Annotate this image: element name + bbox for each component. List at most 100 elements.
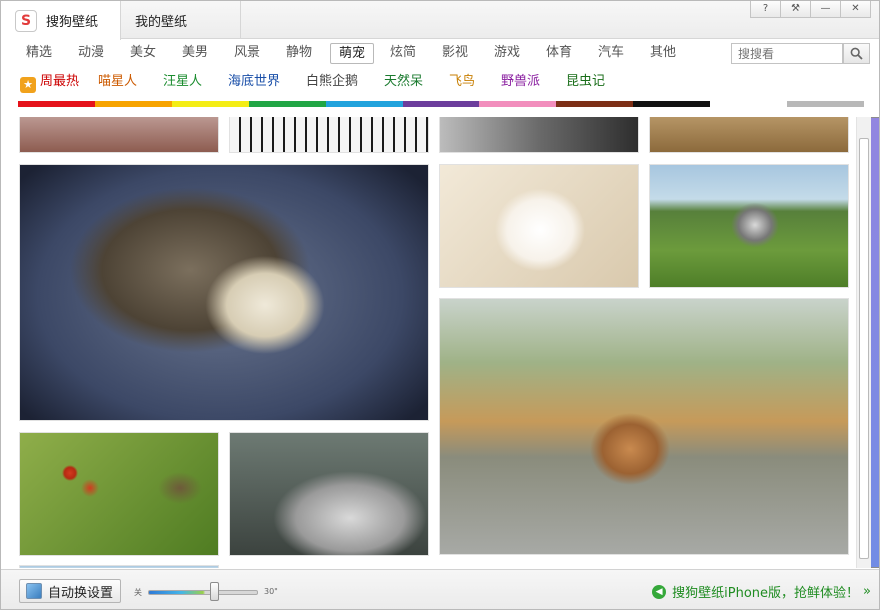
subcategory-dogs[interactable]: 汪星人 [163, 73, 202, 91]
settings-button[interactable]: ⚒ [780, 1, 811, 18]
wallpaper-image [650, 117, 848, 152]
color-filter-red[interactable] [18, 101, 95, 107]
close-button[interactable]: ✕ [840, 1, 871, 18]
subcategory-label: 汪星人 [163, 74, 203, 89]
wrench-icon: ⚒ [791, 3, 800, 14]
subcategory-birds[interactable]: 飞鸟 [449, 73, 475, 91]
nav-item-meinv[interactable]: 美女 [122, 43, 164, 64]
nav-item-yingshi[interactable]: 影视 [434, 43, 476, 64]
subcategory-label: 喵星人 [98, 74, 138, 89]
double-chevron-right-icon: » [863, 584, 871, 599]
subcategory-nav: ★ 周最热 喵星人 汪星人 海底世界 白熊企鹅 天然呆 飞鸟 野兽派 昆虫记 [1, 71, 879, 95]
wallpaper-settings-icon [26, 583, 42, 599]
wallpaper-image [440, 117, 638, 152]
nav-item-fengjing[interactable]: 风景 [226, 43, 268, 64]
wallpaper-image [20, 433, 218, 555]
wallpaper-image [20, 117, 218, 152]
color-filter-cyan[interactable] [325, 101, 403, 107]
subcategory-label: 海底世界 [228, 74, 281, 89]
help-button[interactable]: ? [750, 1, 781, 18]
gallery-scrollbar[interactable] [856, 117, 871, 568]
nav-item-dongman[interactable]: 动漫 [70, 43, 112, 64]
subcategory-insects[interactable]: 昆虫记 [566, 73, 605, 91]
app-window: S 搜狗壁纸 ▣ 我的壁纸 ? ⚒ — ✕ 精选 动漫 美女 美男 风景 静物 … [0, 0, 880, 610]
sogou-logo-icon: S [15, 9, 37, 32]
wallpaper-gallery [1, 117, 856, 568]
wallpaper-thumb-white-puppy[interactable] [439, 164, 639, 288]
color-filter-brown[interactable] [556, 101, 634, 107]
wallpaper-image [650, 165, 848, 287]
color-filter-green[interactable] [248, 101, 326, 107]
color-filter-yellow[interactable] [171, 101, 249, 107]
iphone-promo-link[interactable]: ◀ 搜狗壁纸iPhone版，抢鲜体验！ » [652, 582, 871, 601]
star-icon: ★ [20, 77, 36, 93]
interval-slider-track[interactable] [148, 590, 258, 595]
auto-change-settings-button[interactable]: 自动换设置 [19, 579, 121, 603]
wallpaper-image [230, 117, 428, 152]
help-icon: ? [762, 3, 769, 14]
subcategory-label: 周最热 [40, 74, 80, 89]
window-controls: ? ⚒ — ✕ [750, 1, 871, 18]
speaker-icon: ◀ [652, 584, 667, 599]
auto-change-label: 自动换设置 [48, 585, 114, 601]
wallpaper-thumb-chihuahua[interactable] [439, 298, 849, 555]
wallpaper-thumb-sand[interactable] [649, 117, 849, 153]
subcategory-label: 昆虫记 [566, 74, 606, 89]
slider-min-label: 关 [134, 588, 142, 597]
nav-item-meinan[interactable]: 美男 [174, 43, 216, 64]
wallpaper-image [20, 165, 428, 420]
category-nav: 精选 动漫 美女 美男 风景 静物 萌宠 炫简 影视 游戏 体育 汽车 其他 [1, 39, 879, 67]
interval-slider-handle[interactable] [210, 582, 219, 601]
tab-label: 搜狗壁纸 [46, 15, 99, 30]
color-filter-purple[interactable] [402, 101, 480, 107]
tab-label: 我的壁纸 [135, 14, 188, 30]
nav-item-tiyu[interactable]: 体育 [538, 43, 580, 64]
subcategory-beasts[interactable]: 野兽派 [501, 73, 540, 91]
color-filter-orange[interactable] [94, 101, 172, 107]
minimize-button[interactable]: — [810, 1, 841, 18]
nav-item-jingwu[interactable]: 静物 [278, 43, 320, 64]
subcategory-label: 天然呆 [384, 74, 424, 89]
search-button[interactable] [843, 43, 870, 64]
color-filter-pink[interactable] [479, 101, 557, 107]
subcategory-polar[interactable]: 白熊企鹅 [306, 73, 358, 91]
color-filter-black[interactable] [633, 101, 711, 107]
nav-item-qiche[interactable]: 汽车 [590, 43, 632, 64]
wallpaper-thumb-silver-cat[interactable] [229, 432, 429, 556]
wallpaper-image [440, 165, 638, 287]
nav-item-qita[interactable]: 其他 [642, 43, 684, 64]
wallpaper-thumb-bird-berries[interactable] [19, 432, 219, 556]
tab-sogou-wallpaper[interactable]: S 搜狗壁纸 [1, 1, 121, 40]
subcategory-label: 飞鸟 [449, 74, 476, 89]
footer-bar: 自动换设置 关 30" ◀ 搜狗壁纸iPhone版，抢鲜体验！ » [1, 569, 879, 609]
tab-my-wallpaper[interactable]: ▣ 我的壁纸 [121, 1, 879, 568]
close-icon: ✕ [851, 3, 860, 14]
slider-max-label: 30" [264, 587, 278, 596]
wallpaper-image [230, 433, 428, 555]
subcategory-weekly-hot[interactable]: ★ 周最热 [20, 73, 79, 93]
wallpaper-thumb-kitten-grass[interactable] [649, 164, 849, 288]
color-filter-white[interactable] [710, 101, 788, 107]
wallpaper-thumb-partial[interactable] [19, 565, 219, 568]
color-filter-gray[interactable] [787, 101, 864, 107]
subcategory-label: 野兽派 [501, 74, 541, 89]
nav-item-youxi[interactable]: 游戏 [486, 43, 528, 64]
titlebar: S 搜狗壁纸 ▣ 我的壁纸 ? ⚒ — ✕ [1, 1, 879, 568]
minimize-icon: — [820, 3, 831, 14]
scrollbar-thumb[interactable] [859, 138, 869, 559]
wallpaper-thumb-kittens-basket[interactable] [19, 117, 219, 153]
subcategory-underwater[interactable]: 海底世界 [228, 73, 280, 91]
wallpaper-thumb-piano[interactable] [229, 117, 429, 153]
subcategory-naive[interactable]: 天然呆 [384, 73, 423, 91]
color-filter-strip [18, 101, 864, 107]
nav-item-jingxuan[interactable]: 精选 [18, 43, 60, 64]
subcategory-label: 白熊企鹅 [306, 74, 359, 89]
wallpaper-thumb-dark-cat[interactable] [439, 117, 639, 153]
wallpaper-thumb-tabby-cat[interactable] [19, 164, 429, 421]
wallpaper-image [20, 566, 218, 568]
search-icon [850, 47, 863, 60]
subcategory-cats[interactable]: 喵星人 [98, 73, 137, 91]
nav-item-mengchong[interactable]: 萌宠 [330, 43, 375, 64]
nav-item-xuanjian[interactable]: 炫简 [382, 43, 424, 64]
search-input[interactable] [731, 43, 843, 64]
